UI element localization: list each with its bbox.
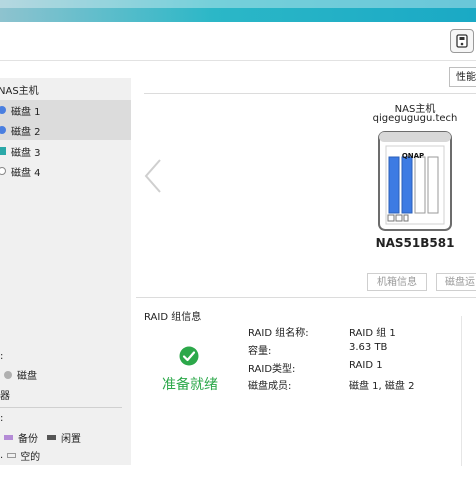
- raid-name-value: RAID 组 1: [349, 328, 396, 339]
- divider: [136, 297, 476, 298]
- disk-button[interactable]: 磁盘运: [436, 273, 476, 291]
- raid-name-label: RAID 组名称:: [248, 328, 309, 339]
- sidebar-title: NAS主机: [0, 86, 39, 97]
- divider: [144, 93, 476, 94]
- legend-label: 空的: [20, 452, 41, 463]
- legend-heading: :: [0, 351, 4, 362]
- legend-label: 备份: [18, 434, 38, 445]
- raid-section-title: RAID 组信息: [144, 312, 202, 323]
- legend-swatch: [4, 370, 12, 379]
- scrollbar-track: [461, 316, 462, 466]
- legend-item-backup: 备份: [4, 430, 38, 445]
- tab-performance[interactable]: 性能: [449, 67, 476, 87]
- sidebar-item-disk-4[interactable]: 磁盘 4: [0, 161, 131, 181]
- sidebar-item-label: 磁盘 2: [11, 126, 41, 138]
- capacity-value: 3.63 TB: [349, 342, 388, 353]
- disk-status-icon: [0, 147, 6, 155]
- legend-item-idle: 闲置: [47, 430, 81, 445]
- nas-model: NAS51B581: [375, 236, 455, 250]
- disk-status-icon: [0, 126, 6, 134]
- members-value: 磁盘 1, 磁盘 2: [349, 381, 415, 392]
- raid-status: 准备就绪: [162, 377, 218, 393]
- legend-label: 闲置: [61, 434, 81, 445]
- divider: [0, 407, 122, 408]
- sidebar-item-disk-3[interactable]: 磁盘 3: [0, 141, 131, 161]
- check-circle-icon: [179, 346, 199, 370]
- nas-device-image: [378, 128, 452, 236]
- raid-type-value: RAID 1: [349, 360, 383, 371]
- host-name: qigegugugu.tech: [372, 113, 458, 124]
- brand-logo: QNAP: [401, 152, 425, 160]
- raid-type-label: RAID类型:: [248, 364, 296, 375]
- sidebar-item-label: 磁盘 3: [11, 147, 41, 159]
- legend-swatch: [4, 435, 13, 440]
- device-icon[interactable]: [450, 29, 474, 53]
- chassis-info-button[interactable]: 机箱信息: [367, 273, 427, 291]
- legend-swatch: [7, 453, 17, 458]
- legend-swatch: [47, 435, 56, 440]
- window-title-bar: [0, 0, 476, 22]
- disk-status-icon: [0, 106, 6, 114]
- legend-label: 磁盘: [17, 371, 37, 382]
- sidebar-item-disk-1[interactable]: 磁盘 1: [0, 100, 131, 120]
- legend-section-title: 器: [0, 391, 10, 402]
- sidebar-item-label: 磁盘 4: [11, 167, 41, 179]
- legend-item-disk: 磁盘: [4, 367, 37, 382]
- toolbar: [0, 22, 476, 61]
- prev-arrow-icon[interactable]: [143, 158, 163, 198]
- legend-heading: :: [0, 413, 4, 424]
- capacity-label: 容量:: [248, 346, 272, 357]
- sidebar-item-disk-2[interactable]: 磁盘 2: [0, 120, 131, 140]
- sidebar-item-label: 磁盘 1: [11, 106, 41, 118]
- disk-status-icon: [0, 167, 6, 175]
- legend-prefix: .: [0, 450, 4, 461]
- legend-item-empty: . 空的: [0, 448, 40, 463]
- members-label: 磁盘成员:: [248, 381, 292, 392]
